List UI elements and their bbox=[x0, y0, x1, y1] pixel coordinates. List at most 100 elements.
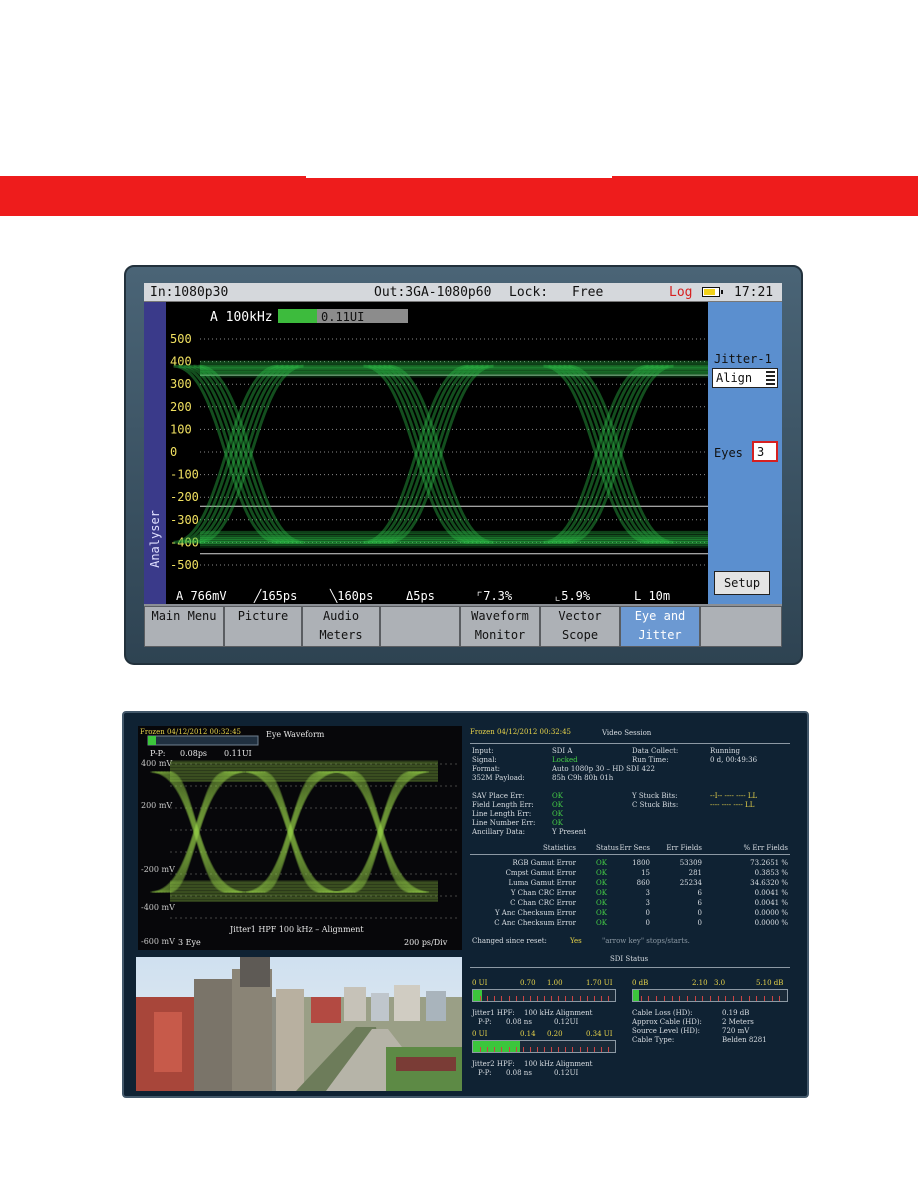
analyser-side-tab[interactable]: Analyser bbox=[144, 302, 166, 604]
cable-label: Approx Cable (HD): bbox=[632, 1018, 702, 1026]
pp-label: P-P: bbox=[150, 749, 165, 758]
measurement-readout: L 10m bbox=[634, 589, 670, 603]
menu-waveform-monitor[interactable]: Waveform Monitor bbox=[460, 606, 540, 647]
menu-picture[interactable]: Picture bbox=[224, 606, 302, 647]
y-tick-label: 300 bbox=[170, 377, 192, 391]
measurement-readout: ⌜7.3% bbox=[476, 589, 513, 603]
setup-button[interactable]: Setup bbox=[714, 571, 770, 595]
meter-tick-mark bbox=[763, 996, 765, 1001]
meter-tick-mark bbox=[600, 1047, 602, 1052]
meter-tick: 0 dB bbox=[632, 979, 649, 987]
menu-empty-1[interactable] bbox=[380, 606, 460, 647]
y-tick-label: 100 bbox=[170, 422, 192, 436]
meter-tick-mark bbox=[551, 996, 553, 1001]
table-cell: 0 bbox=[645, 919, 650, 927]
table-cell: Cmpst Gamut Error bbox=[505, 869, 576, 877]
meter-tick-mark bbox=[572, 996, 574, 1001]
error-label: Line Number Err: bbox=[472, 819, 536, 827]
time-scale: 200 ps/Div bbox=[404, 938, 448, 947]
column-header: Err Fields bbox=[666, 844, 702, 852]
table-cell: 0.0000 % bbox=[754, 919, 788, 927]
meter-value: 0.11UI bbox=[321, 310, 364, 324]
table-cell: 34.6320 % bbox=[750, 879, 788, 887]
error-value: OK bbox=[552, 801, 563, 809]
table-cell: OK bbox=[596, 919, 607, 927]
meter-tick-mark bbox=[600, 996, 602, 1001]
menu-audio-meters[interactable]: Audio Meters bbox=[302, 606, 380, 647]
meter-tick: 0.70 bbox=[520, 979, 536, 987]
analyser-label: Analyser bbox=[147, 510, 162, 568]
menu-empty-2[interactable] bbox=[700, 606, 782, 647]
meter-tick-mark bbox=[694, 996, 696, 1001]
menu-label: Waveform bbox=[471, 609, 529, 623]
cable-value: 2 Meters bbox=[722, 1018, 754, 1026]
output-format: Out:3GA-1080p60 bbox=[374, 285, 492, 300]
measurement-readout: A 766mV bbox=[176, 589, 227, 603]
changed-value: Yes bbox=[570, 937, 582, 945]
meter-tick-mark bbox=[529, 996, 531, 1001]
menu-label-2: Scope bbox=[561, 628, 599, 642]
meter-tick-mark bbox=[586, 996, 588, 1001]
jitter2-pp: 0.08 ns bbox=[506, 1069, 532, 1077]
align-select[interactable]: Align bbox=[712, 368, 778, 388]
measurement-readout: Δ5ps bbox=[406, 589, 435, 603]
jitter2-value: 100 kHz Alignment bbox=[524, 1060, 593, 1068]
meter-tick-mark bbox=[494, 996, 496, 1001]
meter-tick-mark bbox=[679, 996, 681, 1001]
log-indicator[interactable]: Log bbox=[669, 285, 692, 300]
meter-tick-mark bbox=[565, 1047, 567, 1052]
meter-tick-mark bbox=[572, 1047, 574, 1052]
meter-tick-mark bbox=[565, 996, 567, 1001]
meter-tick-mark bbox=[522, 1047, 524, 1052]
menu-vector-scope[interactable]: Vector Scope bbox=[540, 606, 620, 647]
sdi-status-title: SDI Status bbox=[610, 955, 649, 963]
meter-tick-mark bbox=[756, 996, 758, 1001]
field-value: Locked bbox=[552, 756, 578, 764]
eye-traces bbox=[173, 360, 708, 548]
table-cell: 3 bbox=[645, 899, 650, 907]
field-value: 85h C9h 80h 01h bbox=[552, 774, 614, 782]
meter-tick: 5.10 dB bbox=[756, 979, 784, 987]
menu-label: Picture bbox=[237, 609, 289, 623]
eyes-input[interactable]: 3 bbox=[752, 441, 778, 462]
cable-label: Source Level (HD): bbox=[632, 1027, 701, 1035]
table-cell: RGB Gamut Error bbox=[512, 859, 576, 867]
jitter-label: Jitter-1 bbox=[714, 352, 772, 366]
eye-title: Eye Waveform bbox=[266, 730, 325, 739]
menu-eye-and-jitter[interactable]: Eye and Jitter bbox=[620, 606, 700, 647]
table-cell: Y Chan CRC Error bbox=[510, 889, 576, 897]
battery-icon bbox=[702, 287, 723, 297]
error-label: Line Length Err: bbox=[472, 810, 532, 818]
table-cell: 1800 bbox=[632, 859, 650, 867]
meter-tick-mark bbox=[686, 996, 688, 1001]
meter-tick: 1.70 UI bbox=[586, 979, 613, 987]
table-cell: 25234 bbox=[679, 879, 702, 887]
table-cell: OK bbox=[596, 869, 607, 877]
stuck-value: --I-- ---- ---- LL bbox=[710, 792, 758, 800]
cable-loss-meter bbox=[632, 989, 788, 1002]
table-cell: Y Anc Checksum Error bbox=[494, 909, 576, 917]
arrow-hint: "arrow key" stops/starts. bbox=[602, 937, 690, 945]
field-label: 352M Payload: bbox=[472, 774, 525, 782]
jitter1-value: 100 kHz Alignment bbox=[524, 1009, 593, 1017]
meter-tick-mark bbox=[717, 996, 719, 1001]
meter-tick-mark bbox=[593, 1047, 595, 1052]
jitter1-pp: 0.08 ns bbox=[506, 1018, 532, 1026]
table-cell: 15 bbox=[641, 869, 650, 877]
error-label: Ancillary Data: bbox=[472, 828, 526, 836]
title-banner bbox=[0, 176, 918, 216]
meter-tick-mark bbox=[648, 996, 650, 1001]
lock-label: Lock: bbox=[509, 285, 549, 300]
menu-main-menu[interactable]: Main Menu bbox=[144, 606, 224, 647]
table-cell: 0 bbox=[697, 919, 702, 927]
table-cell: 73.2651 % bbox=[750, 859, 788, 867]
menu-label: Vector bbox=[558, 609, 602, 623]
menu-label: Eye and bbox=[634, 609, 686, 623]
changed-label: Changed since reset: bbox=[472, 937, 547, 945]
cable-value: 0.19 dB bbox=[722, 1009, 750, 1017]
menu-label-2: Meters bbox=[319, 628, 363, 642]
table-cell: OK bbox=[596, 889, 607, 897]
table-cell: OK bbox=[596, 909, 607, 917]
city-skyline-picture bbox=[136, 957, 462, 1091]
meter-tick-mark bbox=[663, 996, 665, 1001]
